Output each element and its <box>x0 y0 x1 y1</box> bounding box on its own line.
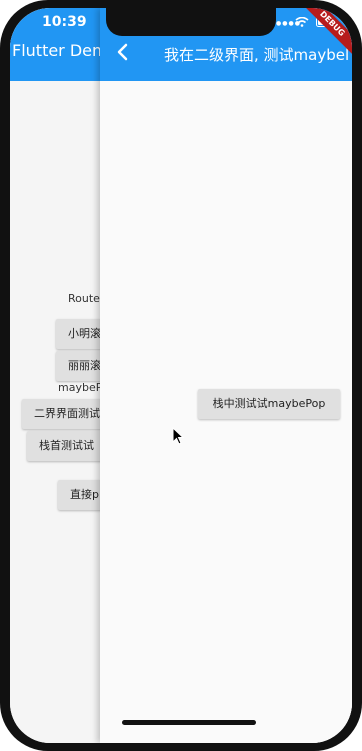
device-notch <box>106 8 276 36</box>
second-page-test-button[interactable]: 二界界面测试 <box>22 399 112 429</box>
maybepop-section-label: maybeP <box>58 381 103 394</box>
status-time: 10:39 <box>42 14 87 30</box>
stack-middle-maybepop-button[interactable]: 栈中测试试maybePop <box>198 389 340 419</box>
back-arrow-icon[interactable] <box>113 42 133 62</box>
route-section-label: Route <box>68 292 100 305</box>
screen: 10:39 Flutter Demo Route 小明滚 丽丽滚 maybeP … <box>10 8 352 743</box>
mouse-cursor-icon <box>172 427 184 445</box>
current-route: 我在二级界面, 测试maybel 栈中测试试maybePop <box>100 8 352 743</box>
current-app-bar-title: 我在二级界面, 测试maybel <box>164 46 350 64</box>
wifi-icon <box>295 17 309 27</box>
home-indicator[interactable] <box>122 720 256 725</box>
device-frame: 10:39 Flutter Demo Route 小明滚 丽丽滚 maybeP … <box>0 0 362 751</box>
